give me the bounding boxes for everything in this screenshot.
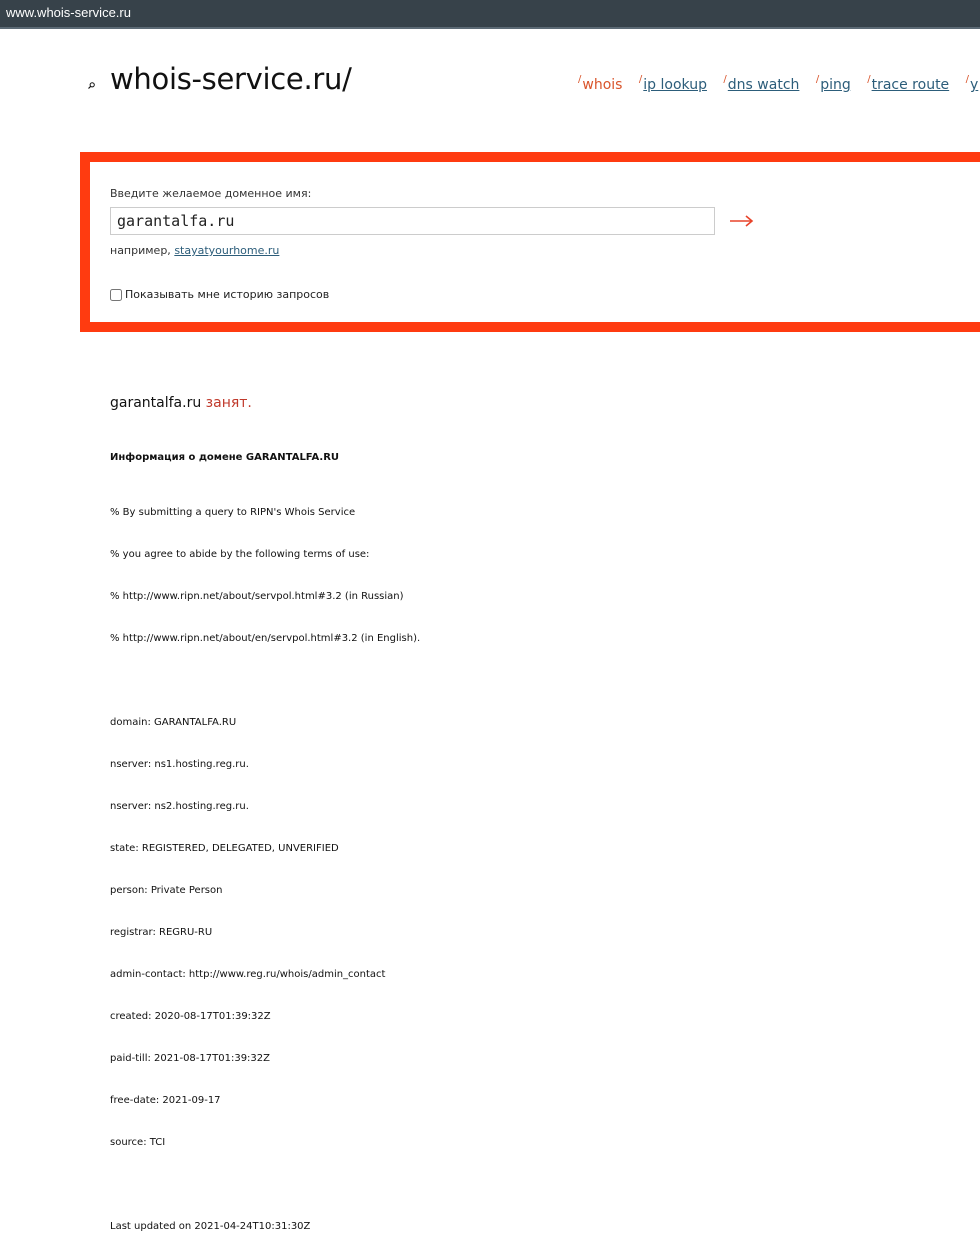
- result-status: занят.: [205, 395, 252, 411]
- whois-line: % By submitting a query to RIPN's Whois …: [110, 507, 356, 518]
- site-title[interactable]: whois-service.ru/: [110, 62, 352, 96]
- whois-line: source: TCI: [110, 1137, 166, 1148]
- example-hint: например, stayatyourhome.ru: [110, 244, 279, 257]
- whois-line: Last updated on 2021-04-24T10:31:30Z: [110, 1221, 311, 1232]
- history-label: Показывать мне историю запросов: [125, 288, 330, 301]
- whois-line: created: 2020-08-17T01:39:32Z: [110, 1011, 271, 1022]
- search-icon: [88, 82, 95, 89]
- whois-line: free-date: 2021-09-17: [110, 1095, 221, 1106]
- result-domain: garantalfa.ru: [110, 395, 202, 411]
- nav-item-dns-watch[interactable]: /dns watch: [723, 74, 799, 93]
- nav-item-whois[interactable]: /whois: [578, 74, 622, 93]
- history-option[interactable]: Показывать мне историю запросов: [110, 288, 329, 301]
- whois-line: registrar: REGRU-RU: [110, 927, 213, 938]
- whois-line: person: Private Person: [110, 885, 223, 896]
- nav-item-ping[interactable]: /ping: [816, 74, 851, 93]
- whois-line: admin-contact: http://www.reg.ru/whois/a…: [110, 969, 386, 980]
- nav-link[interactable]: ping: [820, 77, 851, 93]
- nav-link[interactable]: y: [970, 77, 978, 93]
- nav-item-truncated[interactable]: /y: [966, 74, 979, 93]
- address-url[interactable]: www.whois-service.ru: [6, 5, 131, 20]
- nav-item-ip-lookup[interactable]: /ip lookup: [639, 74, 707, 93]
- whois-record: % By submitting a query to RIPN's Whois …: [110, 478, 420, 1248]
- whois-line: [110, 1178, 420, 1192]
- address-bar[interactable]: www.whois-service.ru: [0, 0, 980, 29]
- example-prefix: например,: [110, 244, 171, 257]
- whois-line: nserver: ns2.hosting.reg.ru.: [110, 801, 249, 812]
- whois-line: % http://www.ripn.net/about/en/servpol.h…: [110, 633, 421, 644]
- history-checkbox[interactable]: [110, 288, 122, 301]
- nav-link[interactable]: dns watch: [728, 77, 800, 93]
- domain-input-label: Введите желаемое доменное имя:: [110, 187, 312, 200]
- main-nav: /whois /ip lookup /dns watch /ping /trac…: [578, 74, 980, 93]
- domain-input[interactable]: [110, 207, 715, 235]
- whois-line: paid-till: 2021-08-17T01:39:32Z: [110, 1053, 270, 1064]
- example-link[interactable]: stayatyourhome.ru: [174, 244, 279, 257]
- nav-link[interactable]: trace route: [872, 77, 950, 93]
- result-summary: garantalfa.ru занят.: [110, 395, 252, 411]
- whois-heading: Информация о домене GARANTALFA.RU: [110, 452, 340, 463]
- whois-line: % http://www.ripn.net/about/servpol.html…: [110, 591, 404, 602]
- search-form-frame: Введите желаемое доменное имя: например,…: [80, 152, 980, 332]
- whois-line: [110, 674, 420, 688]
- nav-item-trace-route[interactable]: /trace route: [867, 74, 949, 93]
- submit-arrow-icon[interactable]: [728, 210, 756, 232]
- whois-line: nserver: ns1.hosting.reg.ru.: [110, 759, 249, 770]
- whois-line: domain: GARANTALFA.RU: [110, 717, 237, 728]
- nav-link[interactable]: ip lookup: [643, 77, 707, 93]
- whois-line: state: REGISTERED, DELEGATED, UNVERIFIED: [110, 843, 339, 854]
- whois-line: % you agree to abide by the following te…: [110, 549, 370, 560]
- nav-link[interactable]: whois: [582, 77, 622, 93]
